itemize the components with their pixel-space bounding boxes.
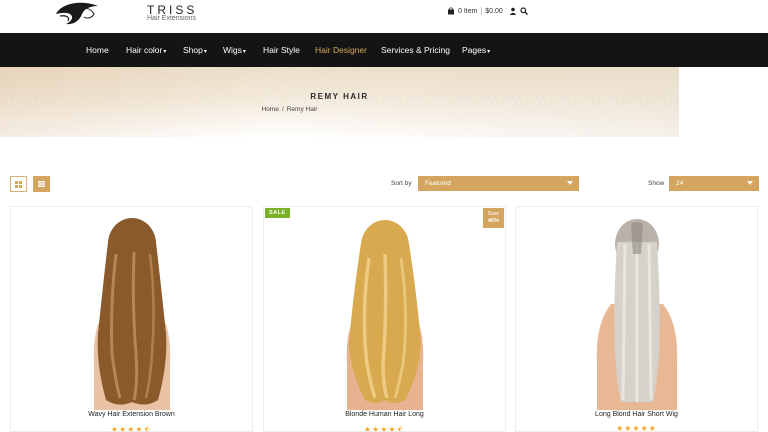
product-image[interactable] xyxy=(72,214,192,410)
caret-down-icon: ▾ xyxy=(163,49,167,55)
list-view-button[interactable] xyxy=(33,176,50,192)
product-card[interactable]: Wavy Hair Extension Brown ★★★★⯪ xyxy=(10,206,253,432)
cart-total: $0.00 xyxy=(485,7,503,15)
discount-label: Save xyxy=(487,211,500,217)
nav-label: Wigs xyxy=(223,45,242,55)
page-title: REMY HAIR xyxy=(310,92,369,101)
product-image[interactable] xyxy=(577,214,697,410)
user-icon[interactable] xyxy=(509,7,517,15)
breadcrumb-current: Remy Hair xyxy=(286,106,318,113)
breadcrumb-home-link[interactable]: Home xyxy=(262,106,279,113)
nav-label: Hair color xyxy=(126,45,163,55)
product-name[interactable]: Blonde Human Hair Long xyxy=(264,411,505,418)
nav-item-hair-designer[interactable]: Hair Designer xyxy=(315,45,367,55)
product-name[interactable]: Long Blond Hair Short Wig xyxy=(516,411,757,418)
show-label: Show xyxy=(648,180,665,187)
caret-down-icon: ▾ xyxy=(242,49,246,55)
sort-select[interactable]: Featured xyxy=(418,176,579,191)
product-image[interactable] xyxy=(325,214,445,410)
breadcrumb-separator: / xyxy=(281,106,284,113)
discount-badge: Save 40% xyxy=(483,208,504,228)
brand-subtitle: Hair Extensions xyxy=(147,15,197,22)
grid-icon xyxy=(15,180,22,188)
caret-down-icon: ▾ xyxy=(487,49,491,55)
rating-stars-icon: ★★★★★ xyxy=(616,424,657,432)
nav-label: Shop xyxy=(183,45,203,55)
page-banner: REMY HAIR Home / Remy Hair xyxy=(0,67,679,137)
nav-label: Hair Style xyxy=(263,45,300,55)
rating-stars-icon: ★★★★⯪ xyxy=(363,425,406,432)
sort-value: Featured xyxy=(425,180,452,187)
chevron-down-icon xyxy=(567,181,573,185)
sale-badge: SALE xyxy=(265,208,290,218)
nav-item-hair-style[interactable]: Hair Style xyxy=(263,45,300,55)
discount-percent: 40% xyxy=(487,218,499,224)
nav-item-shop[interactable]: Shop▾ xyxy=(183,45,207,55)
shopping-bag-icon xyxy=(448,7,454,15)
nav-label: Hair Designer xyxy=(315,45,367,55)
list-icon xyxy=(38,181,45,187)
search-icon[interactable] xyxy=(520,7,528,15)
top-header: TRISS Hair Extensions 0 Item | $0.00 xyxy=(0,0,768,33)
nav-item-services-pricing[interactable]: Services & Pricing xyxy=(381,45,450,55)
rating-stars-icon: ★★★★⯪ xyxy=(110,425,153,432)
breadcrumb: Home / Remy Hair xyxy=(0,106,579,113)
caret-down-icon: ▾ xyxy=(203,49,207,55)
sort-label: Sort by xyxy=(391,180,412,187)
product-card[interactable]: Long Blond Hair Short Wig ★★★★★ xyxy=(515,206,758,432)
main-nav: Home Hair color▾ Shop▾ Wigs▾ Hair Style … xyxy=(0,33,768,67)
nav-label: Home xyxy=(86,45,109,55)
show-value: 24 xyxy=(676,180,684,187)
product-card[interactable]: SALE Save 40% Blonde Human Hair Long ★★★… xyxy=(263,206,506,432)
logo-hair-icon xyxy=(56,2,98,25)
cart-separator: | xyxy=(480,7,483,15)
cart-summary[interactable]: 0 Item | $0.00 xyxy=(447,7,503,15)
chevron-down-icon xyxy=(747,181,753,185)
show-count-select[interactable]: 24 xyxy=(669,176,759,191)
cart-count: 0 Item xyxy=(458,7,478,15)
nav-label: Services & Pricing xyxy=(381,45,450,55)
nav-item-wigs[interactable]: Wigs▾ xyxy=(223,45,246,55)
product-name[interactable]: Wavy Hair Extension Brown xyxy=(11,411,252,418)
nav-item-pages[interactable]: Pages▾ xyxy=(462,45,490,55)
nav-item-hair-color[interactable]: Hair color▾ xyxy=(126,45,166,55)
nav-item-home[interactable]: Home xyxy=(86,45,109,55)
grid-view-button[interactable] xyxy=(10,176,27,192)
banner-hair-texture xyxy=(0,67,679,137)
nav-label: Pages xyxy=(462,45,487,55)
brand-logo[interactable]: TRISS Hair Extensions xyxy=(54,0,196,28)
